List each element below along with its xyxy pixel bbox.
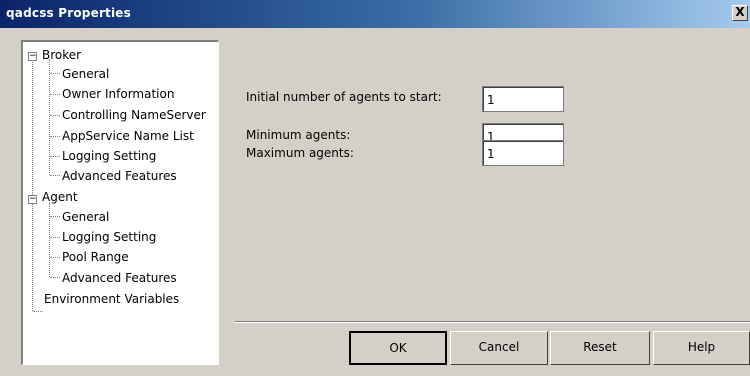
- tree-item-environment-variables[interactable]: Environment Variables: [44, 291, 179, 307]
- help-button[interactable]: Help: [653, 331, 750, 365]
- tree-broker-line: [49, 59, 50, 175]
- tree-connector: [50, 156, 60, 157]
- minimum-agents-label: Minimum agents:: [246, 128, 351, 142]
- tree-item-agent-advanced-features[interactable]: Advanced Features: [62, 270, 177, 286]
- tree-item-broker[interactable]: Broker: [42, 47, 81, 63]
- button-separator: [235, 321, 750, 323]
- tree-connector: [50, 277, 60, 278]
- tree-connector: [50, 136, 60, 137]
- tree-connector: [33, 311, 43, 312]
- tree-item-agent[interactable]: Agent: [42, 189, 78, 205]
- tree-item-controlling-nameserver[interactable]: Controlling NameServer: [62, 107, 206, 123]
- tree-item-agent-general[interactable]: General: [62, 209, 109, 225]
- tree-connector: [50, 175, 60, 176]
- maximum-agents-input[interactable]: 1: [482, 140, 564, 166]
- tree-connector: [50, 216, 60, 217]
- broker-expander[interactable]: −: [28, 52, 37, 61]
- tree-item-broker-logging-setting[interactable]: Logging Setting: [62, 148, 156, 164]
- tree-item-broker-general[interactable]: General: [62, 66, 109, 82]
- tree-item-owner-information[interactable]: Owner Information: [62, 86, 174, 102]
- maximum-agents-label: Maximum agents:: [246, 146, 354, 160]
- tree-agent-line: [49, 203, 50, 277]
- title-bar: qadcss Properties X: [0, 0, 750, 28]
- initial-agents-input[interactable]: 1: [482, 86, 564, 112]
- cancel-button[interactable]: Cancel: [450, 331, 548, 365]
- tree-item-appservice-name-list[interactable]: AppService Name List: [62, 128, 194, 144]
- close-button[interactable]: X: [732, 5, 748, 21]
- reset-button[interactable]: Reset: [550, 331, 650, 365]
- tree-connector: [50, 115, 60, 116]
- initial-agents-label: Initial number of agents to start:: [246, 90, 442, 104]
- tree-item-agent-logging-setting[interactable]: Logging Setting: [62, 229, 156, 245]
- tree-root-line: [32, 57, 33, 311]
- tree-connector: [50, 237, 60, 238]
- tree-connector: [50, 257, 60, 258]
- agent-expander[interactable]: −: [28, 195, 37, 204]
- tree-item-pool-range[interactable]: Pool Range: [62, 249, 129, 265]
- ok-button[interactable]: OK: [349, 331, 447, 365]
- properties-tree[interactable]: − Broker General Owner Information Contr…: [21, 40, 219, 365]
- tree-item-broker-advanced-features[interactable]: Advanced Features: [62, 168, 177, 184]
- tree-connector: [50, 94, 60, 95]
- tree-connector: [50, 73, 60, 74]
- window-title: qadcss Properties: [6, 6, 131, 20]
- close-icon: X: [735, 5, 745, 19]
